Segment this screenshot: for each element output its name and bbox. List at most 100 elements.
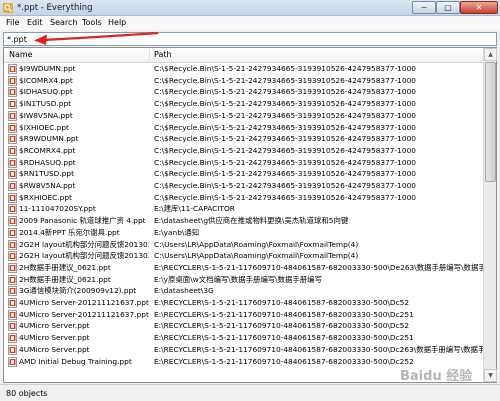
table-row[interactable]: $RW8V5NA.ppt C:\$Recycle.Bin\S-1-5-21-242… — [4, 180, 483, 192]
row-file-name: $RW8V5NA.ppt — [19, 181, 76, 190]
ppt-file-icon — [8, 251, 17, 262]
ppt-file-icon — [8, 99, 17, 110]
table-row[interactable]: $R9WDUMN.ppt C:\$Recycle.Bin\S-1-5-21-242… — [4, 133, 483, 145]
row-file-name: $RDHASUQ.ppt — [19, 157, 76, 167]
object-count: 80 objects — [6, 389, 48, 398]
table-row[interactable]: $IN1TUSD.ppt C:\$Recycle.Bin\S-1-5-21-242… — [4, 98, 483, 110]
search-input[interactable] — [3, 32, 497, 46]
ppt-file-icon — [8, 239, 17, 250]
table-row[interactable]: 4UMicro Server.ppt E:\RECYCLER\S-1-5-21-1… — [4, 332, 483, 344]
table-row[interactable]: 2014.4新PPT 乐宛尔谢具.ppt E:\yanb\通知 — [4, 227, 483, 239]
status-bar: 80 objects — [0, 384, 500, 401]
column-header-name[interactable]: Name — [4, 48, 150, 63]
title-bar[interactable]: *.ppt - Everything ─ □ ✕ — [0, 0, 500, 16]
row-file-name: 4UMicro Server-201211121637.ppt — [19, 298, 149, 307]
table-row[interactable]: $RCOMRX4.ppt C:\$Recycle.Bin\S-1-5-21-242… — [4, 145, 483, 157]
row-file-name: 2G2H layout机构部分问题反馈201303... — [19, 239, 149, 249]
row-file-path: C:\$Recycle.Bin\S-1-5-21-2427934665-3193… — [154, 157, 416, 167]
row-file-path: C:\$Recycle.Bin\S-1-5-21-2427934665-3193… — [154, 99, 416, 109]
row-file-path: E:\RECYCLER\S-1-5-21-117609710-484061587… — [154, 262, 483, 272]
table-row[interactable]: 4UMicro Server-201211121637.ppt E:\RECYCL… — [4, 297, 483, 309]
minimize-button[interactable]: ─ — [412, 1, 436, 14]
row-file-path: E:\RECYCLER\S-1-5-21-117609710-484061587… — [154, 298, 410, 307]
search-bar — [0, 30, 500, 47]
column-header-path[interactable]: Path — [150, 48, 483, 63]
row-file-name: 4UMicro Server.ppt — [19, 321, 90, 331]
menu-search[interactable]: Search — [50, 17, 77, 29]
row-file-path: C:\$Recycle.Bin\S-1-5-21-2427934665-3193… — [154, 75, 416, 85]
watermark: Baidu 经验 — [400, 369, 473, 384]
row-file-path: C:\$Recycle.Bin\S-1-5-21-2427934665-3193… — [154, 122, 416, 132]
table-row[interactable]: 2G2H layout机构部分问题反馈201303... C:\Users\LR\… — [4, 250, 483, 262]
table-row[interactable]: 2G2H layout机构部分问题反馈201303... C:\Users\LR\… — [4, 239, 483, 251]
row-file-path: E:\yanb\通知 — [154, 227, 200, 237]
close-button[interactable]: ✕ — [460, 1, 498, 14]
row-file-path: C:\$Recycle.Bin\S-1-5-21-2427934665-3193… — [154, 192, 416, 202]
ppt-file-icon — [8, 286, 17, 297]
row-file-name: $RCOMRX4.ppt — [19, 145, 76, 155]
row-file-path: C:\Users\LR\AppData\Roaming\Foxmail\Foxm… — [154, 251, 359, 261]
ppt-file-icon — [8, 333, 17, 344]
ppt-file-icon — [8, 181, 17, 191]
column-header-row: Name Path — [4, 48, 483, 63]
table-row[interactable]: 3G通信模块简介(200909v12).ppt E:\datasheet\3G — [4, 285, 483, 297]
table-row[interactable]: 4UMicro Server.ppt E:\RECYCLER\S-1-5-21-1… — [4, 320, 483, 332]
table-row[interactable]: 2009 Panasonic 轨道球推广资 4.ppt E:\datasheet\… — [4, 215, 483, 227]
row-file-name: 4UMicro Server.ppt — [19, 333, 90, 343]
row-file-path: C:\Users\LR\AppData\Roaming\Foxmail\Foxm… — [154, 239, 359, 249]
row-file-path: C:\$Recycle.Bin\S-1-5-21-2427934665-3193… — [154, 169, 416, 179]
row-file-name: 2G2H layout机构部分问题反馈201303... — [19, 251, 149, 261]
ppt-file-icon — [8, 274, 17, 285]
row-file-path: E:\RECYCLER\S-1-5-21-117609710-484061587… — [154, 344, 483, 354]
row-file-name: AMD Initial Debug Training.ppt — [19, 356, 132, 366]
table-row[interactable]: $RDHASUQ.ppt C:\$Recycle.Bin\S-1-5-21-242… — [4, 157, 483, 169]
scroll-thumb[interactable] — [485, 62, 496, 182]
search-magnifier-icon — [3, 3, 13, 13]
row-file-name: $RN1TUSD.ppt — [19, 169, 75, 179]
results-list[interactable]: Name Path $I9WDUMN.ppt C:\$Recycle.Bin\S-… — [3, 47, 497, 383]
row-file-name: 4UMicro Server.ppt — [19, 344, 90, 354]
row-file-name: 2009 Panasonic 轨道球推广资 4.ppt — [19, 216, 146, 226]
row-file-name: $IDHASUQ.ppt — [19, 87, 73, 97]
table-row[interactable]: 2H数据手册建议_0621.ppt E:\y原桌面\w文档编写\数据手册编写\数据… — [4, 274, 483, 286]
ppt-file-icon — [8, 157, 17, 168]
ppt-file-icon — [8, 192, 17, 203]
table-row[interactable]: 4UMicro Server.ppt E:\RECYCLER\S-1-5-21-1… — [4, 344, 483, 356]
ppt-file-icon — [8, 169, 17, 180]
row-file-name: $R9WDUMN.ppt — [19, 134, 79, 144]
row-file-name: $ICOMRX4.ppt — [19, 75, 73, 85]
vertical-scrollbar[interactable]: ▲ ▼ — [483, 48, 497, 382]
row-file-name: 2H数据手册建议_0621.ppt — [19, 262, 111, 272]
row-file-path: E:\RECYCLER\S-1-5-21-117609710-484061587… — [154, 321, 410, 331]
row-file-name: 4UMicro Server-201211121637.ppt — [19, 309, 149, 319]
table-row[interactable]: 11-111047020SY.ppt E:\建库\11-CAPACITOR — [4, 203, 483, 215]
scroll-down-arrow-icon[interactable]: ▼ — [484, 369, 497, 382]
ppt-file-icon — [8, 262, 17, 273]
menu-file[interactable]: File — [6, 17, 19, 29]
table-row[interactable]: 2H数据手册建议_0621.ppt E:\RECYCLER\S-1-5-21-11… — [4, 262, 483, 274]
menu-edit[interactable]: Edit — [27, 17, 43, 29]
ppt-file-icon — [8, 356, 17, 367]
table-row[interactable]: $I9WDUMN.ppt C:\$Recycle.Bin\S-1-5-21-242… — [4, 63, 483, 75]
table-row[interactable]: $ICOMRX4.ppt C:\$Recycle.Bin\S-1-5-21-242… — [4, 75, 483, 87]
row-file-name: $I9WDUMN.ppt — [19, 64, 76, 73]
row-file-path: E:\RECYCLER\S-1-5-21-117609710-484061587… — [154, 309, 414, 319]
row-file-path: C:\$Recycle.Bin\S-1-5-21-2427934665-3193… — [154, 87, 416, 97]
table-row[interactable]: 4UMicro Server-201211121637.ppt E:\RECYCL… — [4, 309, 483, 321]
menu-help[interactable]: Help — [108, 17, 126, 29]
menu-tools[interactable]: Tools — [82, 17, 102, 29]
table-row[interactable]: $RN1TUSD.ppt C:\$Recycle.Bin\S-1-5-21-242… — [4, 168, 483, 180]
table-row[interactable]: $IW8V5NA.ppt C:\$Recycle.Bin\S-1-5-21-242… — [4, 110, 483, 122]
row-file-name: 2014.4新PPT 乐宛尔谢具.ppt — [19, 227, 120, 237]
table-row[interactable]: $RXHIOEC.ppt C:\$Recycle.Bin\S-1-5-21-242… — [4, 192, 483, 204]
row-file-path: E:\建库\11-CAPACITOR — [154, 204, 235, 214]
ppt-file-icon — [8, 134, 17, 145]
menu-bar: File Edit Search Tools Help — [0, 16, 500, 30]
maximize-button[interactable]: □ — [436, 1, 460, 14]
ppt-file-icon — [8, 298, 17, 308]
scroll-up-arrow-icon[interactable]: ▲ — [484, 48, 497, 61]
table-row[interactable]: $IDHASUQ.ppt C:\$Recycle.Bin\S-1-5-21-242… — [4, 86, 483, 98]
table-row[interactable]: $IXHIOEC.ppt C:\$Recycle.Bin\S-1-5-21-242… — [4, 122, 483, 134]
ppt-file-icon — [8, 75, 17, 86]
row-file-path: E:\RECYCLER\S-1-5-21-117609710-484061587… — [154, 333, 414, 343]
